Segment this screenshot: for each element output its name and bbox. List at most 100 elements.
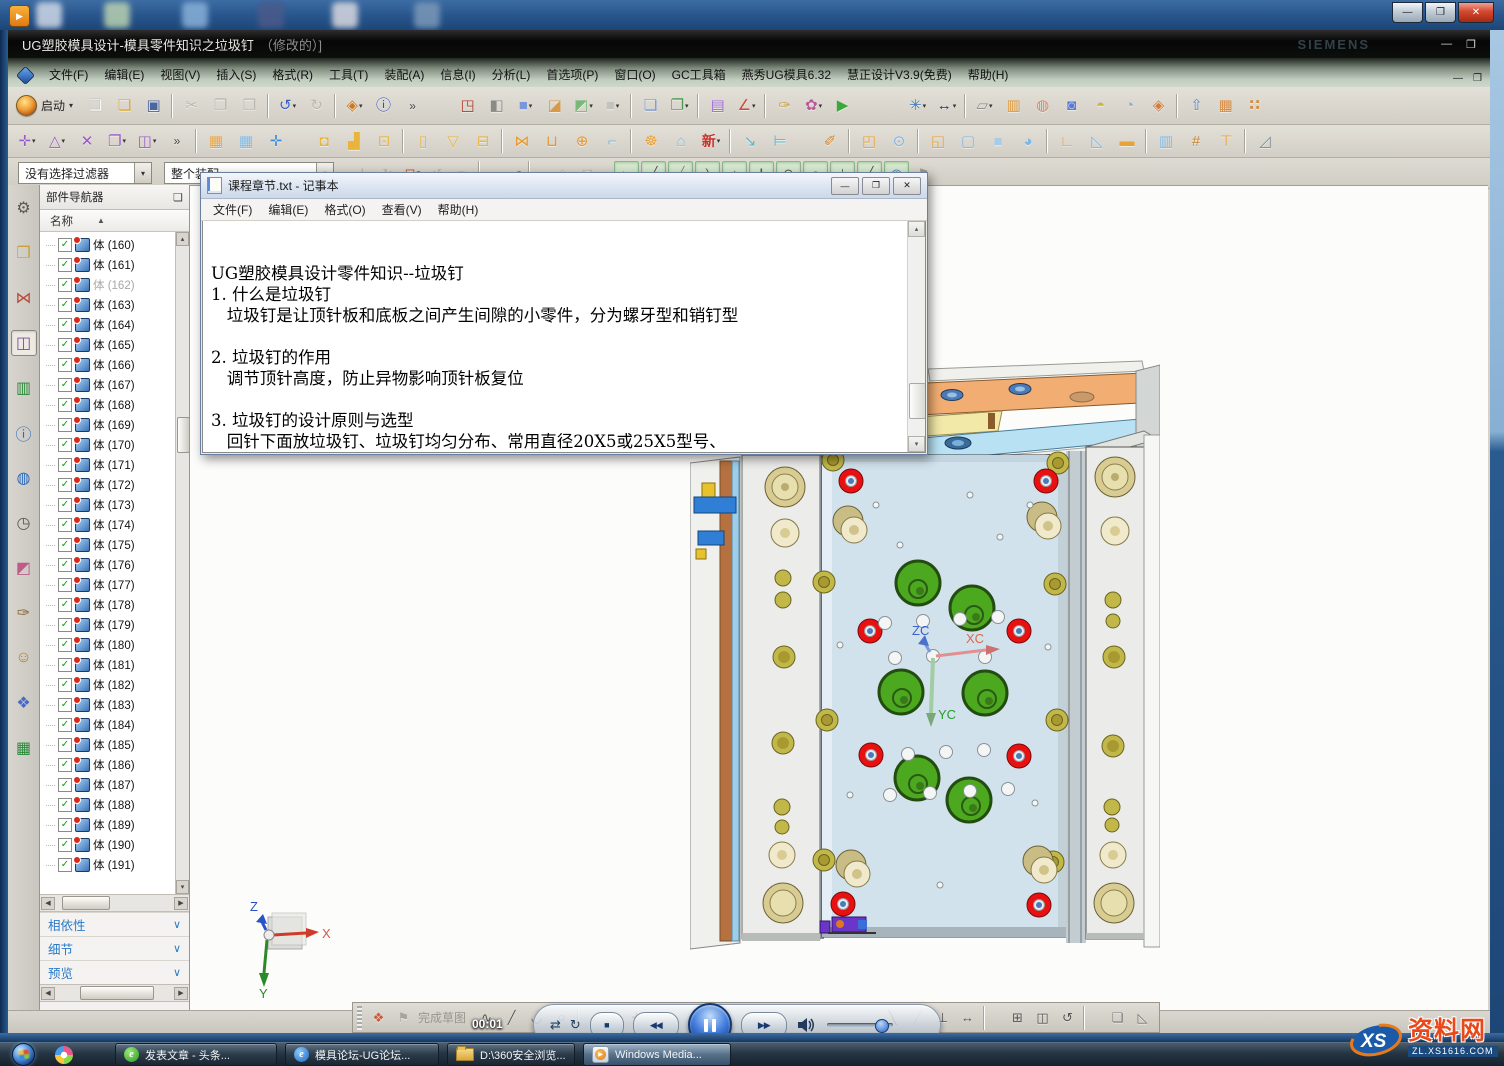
checkbox-checked-icon[interactable]: ✓ bbox=[58, 578, 72, 592]
export-part-icon[interactable]: ❏▾ bbox=[636, 92, 665, 120]
checkbox-checked-icon[interactable]: ✓ bbox=[58, 698, 72, 712]
hd3d-info-icon[interactable]: ⓘ bbox=[11, 420, 37, 446]
navigator-horizontal-scrollbar[interactable]: ◀ ▶ bbox=[40, 894, 189, 912]
checkbox-checked-icon[interactable]: ✓ bbox=[58, 458, 72, 472]
ball-pin-icon[interactable]: ⊙▾ bbox=[884, 128, 914, 154]
spreadsheet-icon[interactable]: ▦ bbox=[11, 735, 37, 761]
roles-icon[interactable]: ☺ bbox=[11, 645, 37, 671]
wcs-dynamics-icon[interactable]: ∠▾ bbox=[732, 92, 761, 120]
t-pin-icon[interactable]: ⊤▾ bbox=[1211, 128, 1241, 154]
checkbox-checked-icon[interactable]: ✓ bbox=[58, 378, 72, 392]
shrink-fit-icon[interactable]: ↘▾ bbox=[735, 128, 765, 154]
sketch-dialog-icon[interactable]: ❖ bbox=[366, 1006, 391, 1030]
mold-insert-icon[interactable]: ▟▾ bbox=[339, 128, 369, 154]
bend-tube-icon[interactable]: ⌐▾ bbox=[597, 128, 627, 154]
fit-view-icon[interactable]: ◳▾ bbox=[453, 92, 482, 120]
slot-oval-icon[interactable]: ▯▾ bbox=[408, 128, 438, 154]
checkbox-checked-icon[interactable]: ✓ bbox=[58, 518, 72, 532]
checkbox-checked-icon[interactable]: ✓ bbox=[58, 498, 72, 512]
scroll-left-icon[interactable]: ◀ bbox=[41, 897, 55, 910]
checkbox-checked-icon[interactable]: ✓ bbox=[58, 658, 72, 672]
navigator-body-row[interactable]: ✓ 体 (165) bbox=[46, 335, 189, 355]
checkbox-checked-icon[interactable]: ✓ bbox=[58, 398, 72, 412]
notepad-menu-item[interactable]: 查看(V) bbox=[374, 201, 430, 218]
true-shading-icon[interactable]: ✿▾ bbox=[799, 92, 828, 120]
offset-curve-icon[interactable]: ↺ bbox=[1055, 1006, 1080, 1030]
window-layout-icon[interactable]: ❖ bbox=[11, 690, 37, 716]
checkbox-checked-icon[interactable]: ✓ bbox=[58, 638, 72, 652]
checkbox-checked-icon[interactable]: ✓ bbox=[58, 338, 72, 352]
notepad-close-button[interactable]: ✕ bbox=[893, 177, 921, 195]
navigator-section-header[interactable]: 相依性 ∨ bbox=[40, 912, 189, 936]
bar-block-icon[interactable]: ▬▾ bbox=[1112, 128, 1142, 154]
navigator-body-row[interactable]: ✓ 体 (185) bbox=[46, 735, 189, 755]
pattern-component-icon[interactable]: ❐▾ bbox=[102, 128, 132, 154]
system-materials-icon[interactable]: ◩ bbox=[11, 555, 37, 581]
menu-item[interactable]: 慧正设计V3.9(免费) bbox=[839, 65, 960, 84]
navigator-body-row[interactable]: ✓ 体 (162) bbox=[46, 275, 189, 295]
display-mode-icon[interactable]: ◈▾ bbox=[340, 92, 369, 120]
checkbox-checked-icon[interactable]: ✓ bbox=[58, 478, 72, 492]
play-movie-icon[interactable]: ▶▾ bbox=[828, 92, 857, 120]
scroll-down-icon[interactable]: ▾ bbox=[176, 880, 189, 894]
pipe-fitting-icon[interactable]: ⊕▾ bbox=[567, 128, 597, 154]
scroll-up-icon[interactable]: ▴ bbox=[176, 232, 189, 246]
notepad-menu-item[interactable]: 文件(F) bbox=[205, 201, 260, 218]
reuse-library-icon[interactable]: ▥ bbox=[11, 375, 37, 401]
undo-icon[interactable]: ↺▾ bbox=[273, 92, 302, 120]
panel-pin-icon[interactable]: ❏ bbox=[173, 191, 183, 204]
part-navigator-icon[interactable]: ◫ bbox=[11, 330, 37, 356]
navigator-body-row[interactable]: ✓ 体 (161) bbox=[46, 255, 189, 275]
toolbar-overflow-icon[interactable]: »▾ bbox=[398, 92, 427, 120]
scroll-left-icon[interactable]: ◀ bbox=[41, 987, 55, 1000]
navigator-section-header[interactable]: 细节 ∨ bbox=[40, 936, 189, 960]
menu-item[interactable]: 格式(R) bbox=[264, 65, 321, 84]
import-part-icon[interactable]: ❐▾ bbox=[665, 92, 694, 120]
grid-hash-icon[interactable]: #▾ bbox=[1181, 128, 1211, 154]
gear-icon[interactable]: ⚙ bbox=[11, 195, 37, 221]
navigator-body-row[interactable]: ✓ 体 (178) bbox=[46, 595, 189, 615]
navigator-body-row[interactable]: ✓ 体 (164) bbox=[46, 315, 189, 335]
navigator-body-row[interactable]: ✓ 体 (160) bbox=[46, 235, 189, 255]
checkbox-checked-icon[interactable]: ✓ bbox=[58, 558, 72, 572]
menu-item[interactable]: 信息(I) bbox=[432, 65, 483, 84]
scroll-down-icon[interactable]: ▾ bbox=[908, 436, 925, 452]
part-specs-icon[interactable]: ▤▾ bbox=[703, 92, 732, 120]
slot-two-hole-icon[interactable]: ⊟▾ bbox=[468, 128, 498, 154]
selection-filter-combo[interactable]: 没有选择过滤器 ▾ bbox=[18, 162, 152, 184]
menu-item[interactable]: 首选项(P) bbox=[538, 65, 606, 84]
navigator-body-row[interactable]: ✓ 体 (186) bbox=[46, 755, 189, 775]
pinwheel-icon[interactable] bbox=[55, 1046, 73, 1064]
electrode-pen-icon[interactable]: ✐▾ bbox=[815, 128, 845, 154]
navigator-body-row[interactable]: ✓ 体 (174) bbox=[46, 515, 189, 535]
plate-holes-icon[interactable]: ⊡▾ bbox=[369, 128, 399, 154]
scroll-right-icon[interactable]: ▶ bbox=[174, 987, 188, 1000]
checkbox-checked-icon[interactable]: ✓ bbox=[58, 618, 72, 632]
cut-icon[interactable]: ✂▾ bbox=[177, 92, 206, 120]
pattern-curve-icon[interactable]: ⊞ bbox=[1005, 1006, 1030, 1030]
navigator-body-row[interactable]: ✓ 体 (191) bbox=[46, 855, 189, 875]
move-component-icon[interactable]: ✛▾ bbox=[12, 128, 42, 154]
navigator-body-row[interactable]: ✓ 体 (182) bbox=[46, 675, 189, 695]
navigator-body-row[interactable]: ✓ 体 (169) bbox=[46, 415, 189, 435]
dimension-icon[interactable]: ↔ bbox=[955, 1006, 980, 1030]
menu-item[interactable]: 视图(V) bbox=[152, 65, 208, 84]
open-icon[interactable]: ❏▾ bbox=[110, 92, 139, 120]
hide-component-icon[interactable]: ✕▾ bbox=[72, 128, 102, 154]
mirror-curve-icon[interactable]: ◫ bbox=[1030, 1006, 1055, 1030]
toolbar-drag-handle[interactable] bbox=[357, 1006, 362, 1030]
part-info-icon[interactable]: ⓘ▾ bbox=[369, 92, 398, 120]
taskbar-button-forum[interactable]: e 模具论坛-UG论坛... bbox=[285, 1043, 439, 1066]
navigator-body-row[interactable]: ✓ 体 (188) bbox=[46, 795, 189, 815]
navigator-body-row[interactable]: ✓ 体 (183) bbox=[46, 695, 189, 715]
slide-doors-icon[interactable]: ▥▾ bbox=[1151, 128, 1181, 154]
background-icon[interactable]: ■▾ bbox=[598, 92, 627, 120]
scroll-up-icon[interactable]: ▴ bbox=[908, 221, 925, 237]
navigator-body-row[interactable]: ✓ 体 (184) bbox=[46, 715, 189, 735]
scrollbar-thumb[interactable] bbox=[909, 383, 926, 419]
square-pocket-icon[interactable]: ■▾ bbox=[983, 128, 1013, 154]
notepad-maximize-button[interactable]: ❐ bbox=[862, 177, 890, 195]
window-maximize-button[interactable]: ❐ bbox=[1425, 2, 1456, 23]
new-part-icon[interactable]: ❏▾ bbox=[81, 92, 110, 120]
slope-block-icon[interactable]: ◺▾ bbox=[1082, 128, 1112, 154]
